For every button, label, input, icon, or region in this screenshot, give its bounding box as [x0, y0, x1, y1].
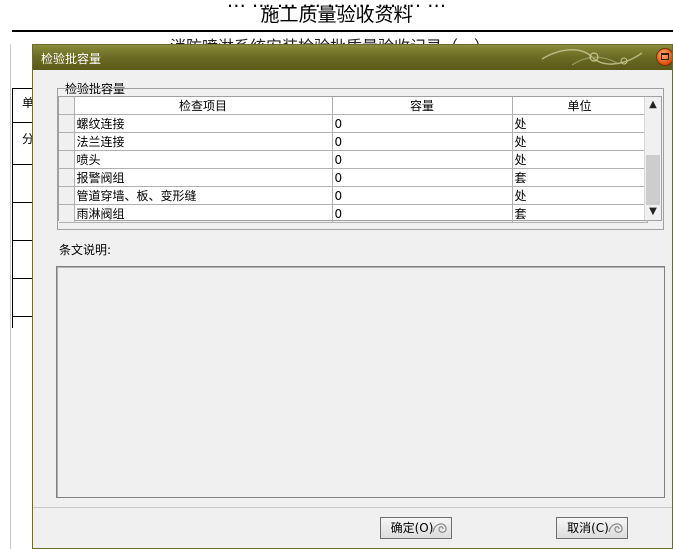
cell-unit[interactable]: 套 — [512, 168, 648, 187]
footer-divider — [33, 507, 672, 508]
background-table-row — [12, 122, 32, 123]
row-selector[interactable] — [59, 204, 75, 223]
cell-capacity[interactable]: 0 — [332, 168, 513, 187]
row-selector[interactable] — [59, 114, 75, 133]
scroll-down-icon[interactable]: ▼ — [645, 204, 661, 220]
cancel-button-label: 取消(C) — [567, 521, 609, 535]
cell-unit[interactable]: 处 — [512, 150, 648, 169]
cell-capacity[interactable]: 0 — [332, 186, 513, 205]
column-header-capacity[interactable]: 容量 — [332, 97, 513, 115]
row-header-corner — [59, 97, 75, 115]
cell-unit[interactable]: 处 — [512, 114, 648, 133]
background-table-row — [12, 278, 32, 279]
background-table-row — [12, 164, 32, 165]
cell-item[interactable]: 管道穿墙、板、变形缝 — [74, 186, 333, 205]
background-title: 施工质量验收资料 — [260, 4, 413, 26]
background-rule — [12, 30, 673, 32]
cell-unit[interactable]: 处 — [512, 186, 648, 205]
row-selector[interactable] — [59, 150, 75, 169]
swirl-icon — [432, 523, 447, 533]
background-table-row — [12, 202, 32, 203]
cell-unit[interactable]: 套 — [512, 204, 648, 223]
window-minimize-button[interactable] — [656, 48, 672, 66]
capacity-grid[interactable]: 检查项目 容量 单位 螺纹连接 0 处 法兰连接 0 处 喷头 0 处 报警阀组… — [58, 96, 662, 223]
background-table — [12, 88, 33, 328]
table-header-row: 检查项目 容量 单位 — [59, 97, 648, 115]
column-header-unit[interactable]: 单位 — [512, 97, 648, 115]
swirl-icon — [608, 523, 623, 533]
ok-button[interactable]: 确定(O) — [380, 517, 452, 539]
row-selector[interactable] — [59, 186, 75, 205]
title-ornament-icon — [541, 49, 643, 66]
background-table-row — [12, 240, 32, 241]
cell-item[interactable]: 报警阀组 — [74, 168, 333, 187]
cell-item[interactable]: 雨淋阀组 — [74, 204, 333, 223]
background-table-row — [12, 88, 32, 89]
scroll-up-icon[interactable]: ▲ — [645, 97, 661, 113]
background-table-row — [12, 316, 32, 317]
table-row[interactable]: 法兰连接 0 处 — [59, 132, 648, 151]
dialog-titlebar[interactable]: 检验批容量 — [33, 45, 672, 70]
dialog-title: 检验批容量 — [41, 52, 102, 66]
capacity-table: 检查项目 容量 单位 螺纹连接 0 处 法兰连接 0 处 喷头 0 处 报警阀组… — [59, 97, 648, 223]
cell-capacity[interactable]: 0 — [332, 150, 513, 169]
table-row[interactable]: 报警阀组 0 套 — [59, 168, 648, 187]
table-row[interactable]: 喷头 0 处 — [59, 150, 648, 169]
description-label: 条文说明: — [59, 243, 112, 257]
scrollbar-thumb[interactable] — [646, 155, 660, 205]
background-left-column — [0, 44, 11, 549]
cell-item[interactable]: 法兰连接 — [74, 132, 333, 151]
window-minimize-icon — [661, 53, 669, 60]
table-row[interactable]: 管道穿墙、板、变形缝 0 处 — [59, 186, 648, 205]
cancel-button[interactable]: 取消(C) — [556, 517, 628, 539]
cell-capacity[interactable]: 0 — [332, 114, 513, 133]
ok-button-label: 确定(O) — [390, 521, 434, 535]
capacity-dialog: 检验批容量 检验批容量 检查项目 容量 单位 螺纹连接 0 处 法兰连接 0 处… — [32, 44, 673, 549]
vertical-scrollbar[interactable]: ▲ ▼ — [644, 97, 661, 220]
cell-capacity[interactable]: 0 — [332, 204, 513, 223]
cell-unit[interactable]: 处 — [512, 132, 648, 151]
cell-item[interactable]: 螺纹连接 — [74, 114, 333, 133]
table-row[interactable]: 螺纹连接 0 处 — [59, 114, 648, 133]
column-header-item[interactable]: 检查项目 — [74, 97, 333, 115]
row-selector[interactable] — [59, 132, 75, 151]
cell-item[interactable]: 喷头 — [74, 150, 333, 169]
row-selector[interactable] — [59, 168, 75, 187]
table-row[interactable]: 雨淋阀组 0 套 — [59, 204, 648, 223]
cell-capacity[interactable]: 0 — [332, 132, 513, 151]
description-textarea[interactable] — [56, 266, 665, 498]
